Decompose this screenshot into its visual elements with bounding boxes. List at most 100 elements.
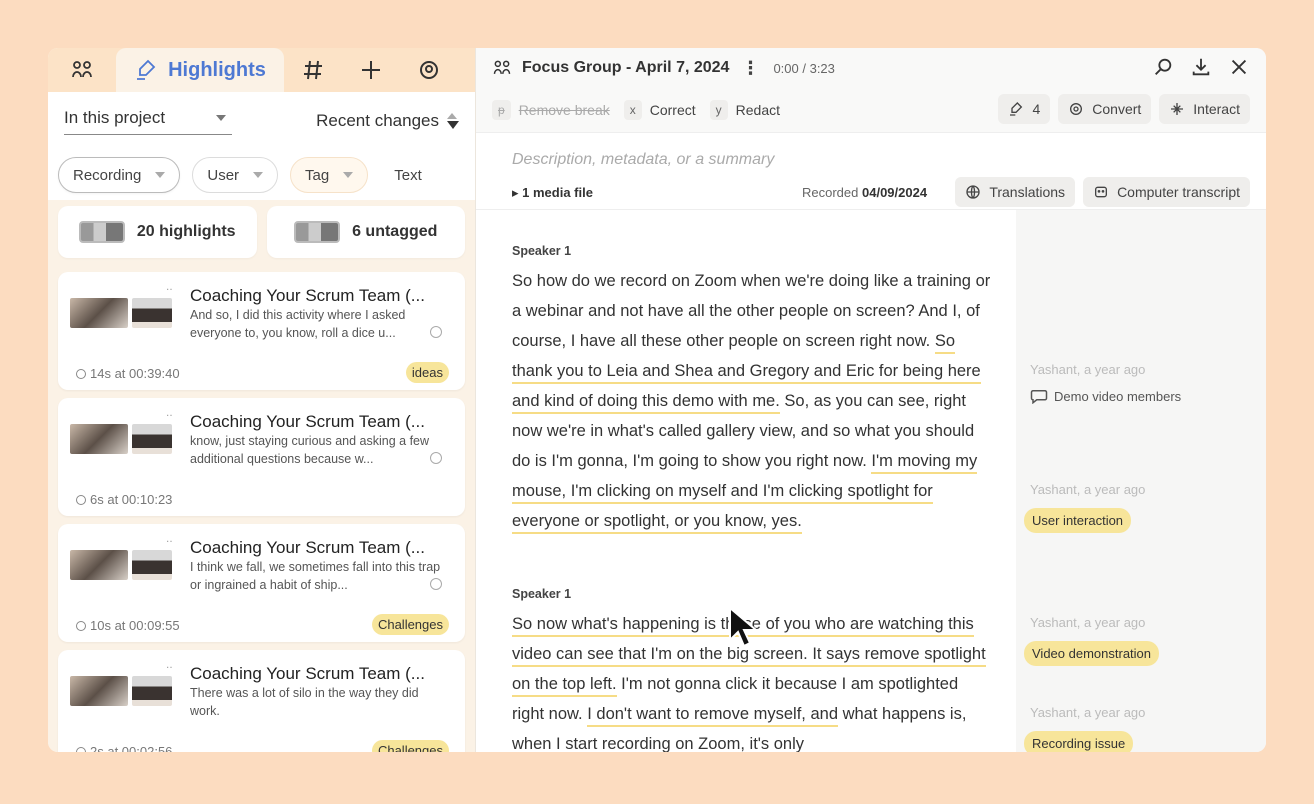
page-background: Highlights In this project Recent change… <box>0 0 1314 804</box>
recorded-date: Recorded 04/09/2024 <box>802 185 927 200</box>
annotation-meta: Yashant, a year ago <box>1030 362 1146 377</box>
video-thumbnail <box>70 298 176 328</box>
annotation-meta: Yashant, a year ago <box>1030 482 1146 497</box>
filter-user-label: User <box>207 166 240 184</box>
left-tab-bar: Highlights <box>48 48 475 92</box>
transcript-paragraph[interactable]: So how do we record on Zoom when we're d… <box>512 266 992 536</box>
shortcut-key: y <box>709 100 728 120</box>
highlight-meta: 10s at 00:09:55 <box>76 618 180 633</box>
highlight-tag[interactable]: Challenges <box>371 740 449 752</box>
convert-icon <box>1070 103 1083 115</box>
correct-button[interactable]: x Correct <box>623 100 696 120</box>
tab-add[interactable] <box>342 48 400 92</box>
computer-transcript-button[interactable]: Computer transcript <box>1083 177 1250 207</box>
untagged-count-card[interactable]: 6 untagged <box>266 206 465 258</box>
chevron-down-icon <box>343 172 354 178</box>
remove-break-label: Remove break <box>518 102 610 118</box>
highlights-count-card[interactable]: 20 highlights <box>58 206 257 258</box>
check-circle-icon[interactable] <box>430 326 442 338</box>
media-files-toggle[interactable]: ▸ 1 media file <box>512 185 593 201</box>
recording-title[interactable]: Focus Group - April 7, 2024 <box>522 59 729 77</box>
comment-icon <box>1030 390 1048 404</box>
globe-icon <box>966 185 980 199</box>
highlighted-text[interactable]: I don't want to remove myself, and <box>587 705 838 727</box>
more-icon: ‥ <box>166 660 173 671</box>
filter-recording[interactable]: Recording <box>58 157 181 193</box>
chevron-down-icon <box>216 114 226 121</box>
more-icon: ‥ <box>166 282 173 293</box>
more-vertical-icon[interactable]: ⋮ <box>741 58 759 79</box>
highlight-tag[interactable]: ideas <box>405 362 449 383</box>
plus-icon <box>362 61 380 79</box>
highlight-card[interactable]: ‥ Coaching Your Scrum Team (... I think … <box>58 524 465 642</box>
robot-icon <box>1095 186 1108 198</box>
close-icon[interactable] <box>1228 56 1250 78</box>
highlight-title: Coaching Your Scrum Team (... <box>190 664 425 683</box>
highlights-panel: Highlights In this project Recent change… <box>48 48 476 752</box>
video-stack-icon <box>78 221 125 243</box>
tag-pill[interactable]: Video demonstration <box>1024 641 1160 666</box>
search-icon[interactable] <box>1152 56 1174 78</box>
check-circle-icon[interactable] <box>430 452 442 464</box>
clock-icon <box>76 368 86 379</box>
highlight-list: ‥ Coaching Your Scrum Team (... And so, … <box>48 272 475 752</box>
recorded-value: 04/09/2024 <box>862 185 928 200</box>
transcript-body: Speaker 1 So how do we record on Zoom wh… <box>476 210 1016 752</box>
translations-label: Translations <box>989 184 1066 200</box>
remove-break-button[interactable]: p Remove break <box>492 100 610 120</box>
app-window: Highlights In this project Recent change… <box>48 48 1266 752</box>
recording-header: Focus Group - April 7, 2024 ⋮ 0:00 / 3:2… <box>476 48 1266 88</box>
highlights-button[interactable]: 4 <box>998 94 1051 124</box>
download-icon[interactable] <box>1190 56 1212 78</box>
highlight-count: 4 <box>1032 101 1041 117</box>
highlight-excerpt: know, just staying curious and asking a … <box>190 434 430 466</box>
shortcut-key: x <box>623 100 642 120</box>
more-icon: ‥ <box>166 534 173 545</box>
speaker-label: Speaker 1 <box>512 244 572 258</box>
video-thumbnail <box>70 550 176 580</box>
sort-dropdown[interactable]: Recent changes <box>316 111 459 131</box>
filter-text[interactable]: Text <box>380 157 436 193</box>
mouse-cursor-icon <box>729 606 759 648</box>
tab-search[interactable] <box>400 48 458 92</box>
description-area[interactable]: Description, metadata, or a summary ▸ 1 … <box>476 132 1266 210</box>
computer-transcript-label: Computer transcript <box>1117 184 1240 200</box>
highlight-tag[interactable]: Challenges <box>371 614 449 635</box>
hashtag-icon <box>304 60 322 80</box>
highlight-title: Coaching Your Scrum Team (... <box>190 412 425 431</box>
transcript-toolbar: p Remove break x Correct y Redact 4 Conv… <box>476 88 1266 132</box>
filter-tag-label: Tag <box>305 166 330 184</box>
annotation-comment[interactable]: Demo video members <box>1030 388 1181 404</box>
highlight-meta: 2s at 00:02:56 <box>76 744 172 752</box>
comment-text: Demo video members <box>1054 388 1182 404</box>
redact-button[interactable]: y Redact <box>709 100 780 120</box>
search-chat-icon <box>420 61 438 79</box>
tab-highlights[interactable]: Highlights <box>116 48 284 92</box>
annotation-meta: Yashant, a year ago <box>1030 615 1146 630</box>
sort-icon <box>447 113 459 129</box>
highlight-card[interactable]: ‥ Coaching Your Scrum Team (... There wa… <box>58 650 465 752</box>
filter-tag[interactable]: Tag <box>290 157 369 193</box>
media-count: 1 media file <box>522 185 593 200</box>
check-circle-icon[interactable] <box>430 578 442 590</box>
filter-user[interactable]: User <box>192 157 279 193</box>
highlight-duration: 2s at 00:02:56 <box>90 744 173 752</box>
description-placeholder[interactable]: Description, metadata, or a summary <box>512 151 774 169</box>
clock-icon <box>76 620 86 631</box>
highlight-card[interactable]: ‥ Coaching Your Scrum Team (... know, ju… <box>58 398 465 516</box>
convert-button[interactable]: Convert <box>1058 94 1152 124</box>
highlight-card[interactable]: ‥ Coaching Your Scrum Team (... And so, … <box>58 272 465 390</box>
tab-tags[interactable] <box>284 48 342 92</box>
filter-recording-label: Recording <box>73 166 142 184</box>
video-thumbnail <box>70 424 176 454</box>
tag-pill[interactable]: User interaction <box>1024 508 1132 533</box>
convert-label: Convert <box>1092 101 1142 117</box>
people-icon <box>493 60 511 74</box>
tag-pill[interactable]: Recording issue <box>1024 731 1134 752</box>
recorded-label: Recorded <box>802 185 859 200</box>
tab-people[interactable] <box>48 48 116 92</box>
interact-button[interactable]: Interact <box>1159 94 1250 124</box>
translations-button[interactable]: Translations <box>955 177 1076 207</box>
scope-dropdown[interactable]: In this project <box>64 108 232 135</box>
shortcut-key: p <box>492 100 511 120</box>
